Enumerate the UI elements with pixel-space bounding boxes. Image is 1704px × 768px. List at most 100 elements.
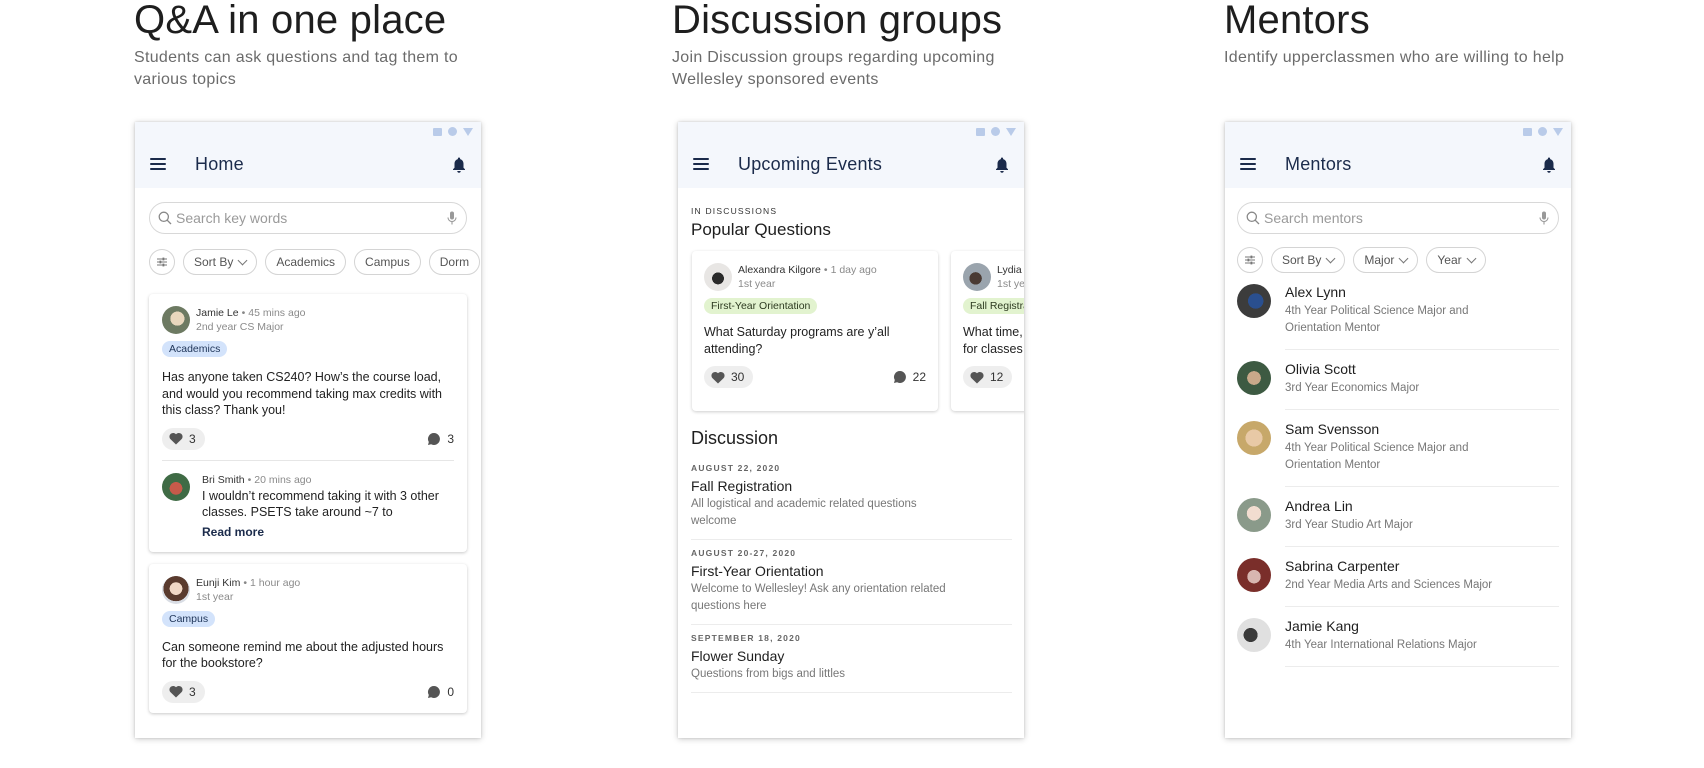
filter-settings-button[interactable] (149, 249, 175, 275)
year-filter-chip[interactable]: Year (1426, 247, 1486, 273)
post-time: 1 hour ago (250, 576, 301, 589)
mentor-description: 4th Year International Relations Major (1285, 639, 1477, 651)
like-button[interactable]: 3 (162, 427, 205, 450)
feature-column-discussion: Discussion groups Join Discussion groups… (672, 0, 1022, 91)
discussion-date: AUGUST 20-27, 2020 (691, 548, 797, 558)
major-filter-chip[interactable]: Major (1353, 247, 1419, 273)
discussion-list: AUGUST 22, 2020 Fall Registration All lo… (691, 455, 1012, 693)
post-body: Can someone remind me about the adjusted… (162, 639, 444, 671)
mentor-name: Olivia Scott (1285, 361, 1356, 377)
mentor-item[interactable]: Sam Svensson 4th Year Political Science M… (1237, 420, 1559, 497)
comments-button[interactable]: 22 (893, 370, 926, 384)
search-input[interactable] (1264, 210, 1524, 226)
author-subtitle: 1st year (997, 278, 1024, 290)
discussion-name: Fall Registration (691, 478, 793, 494)
search-icon (158, 211, 172, 225)
hamburger-menu-icon[interactable] (150, 158, 166, 170)
question-card[interactable]: Lydia 1st year Fall Registration What ti… (951, 251, 1024, 411)
author-name: Eunji Kim (196, 576, 241, 589)
hamburger-menu-icon[interactable] (1240, 158, 1256, 170)
phone-mentors-screen: Mentors Sort By Major Year Alex Lynn 4th … (1225, 122, 1571, 738)
avatar (1237, 361, 1271, 395)
post-card[interactable]: Eunji Kim • 1 hour ago 1st year Campus Can… (149, 563, 467, 713)
mentor-description: 4th Year Political Science Major and Ori… (1285, 442, 1469, 471)
popular-questions-carousel[interactable]: Alexandra Kilgore • 1 day ago 1st year Fir… (692, 251, 1024, 411)
discussion-item[interactable]: AUGUST 22, 2020 Fall Registration All lo… (691, 455, 1012, 540)
avatar (1237, 421, 1271, 455)
read-more-link[interactable]: Read more (202, 525, 264, 539)
chip-dorm[interactable]: Dorm (428, 249, 481, 275)
microphone-icon[interactable] (1539, 211, 1549, 226)
mentor-item[interactable]: Jamie Kang 4th Year International Relatio… (1237, 617, 1559, 677)
heart-icon (970, 371, 984, 383)
search-input[interactable] (176, 210, 436, 226)
status-bar-icons (433, 127, 473, 136)
post-body: Has anyone taken CS240? How’s the course… (162, 370, 442, 417)
mentor-description: 3rd Year Studio Art Major (1285, 519, 1413, 531)
post-time: 1 day ago (830, 264, 877, 276)
hamburger-menu-icon[interactable] (693, 158, 709, 170)
heart-icon (169, 432, 183, 445)
like-count: 3 (189, 431, 196, 446)
filter-settings-button[interactable] (1237, 247, 1263, 273)
mentor-item[interactable]: Alex Lynn 4th Year Political Science Majo… (1237, 283, 1559, 360)
heart-icon (711, 371, 725, 383)
feature-column-qa: Q&A in one place Students can ask questi… (134, 0, 484, 91)
sort-by-chip[interactable]: Sort By (1271, 247, 1346, 273)
like-count: 12 (990, 370, 1004, 384)
comment-count: 0 (447, 684, 454, 699)
comments-button[interactable]: 3 (427, 432, 454, 446)
section-eyebrow: IN DISCUSSIONS (691, 206, 778, 216)
notification-bell-icon[interactable] (451, 156, 467, 174)
question-card[interactable]: Alexandra Kilgore • 1 day ago 1st year Fir… (692, 251, 938, 411)
comments-button[interactable]: 0 (427, 685, 454, 699)
author-name: Alexandra Kilgore (738, 264, 821, 276)
status-bar-icons (976, 127, 1016, 136)
author-subtitle: 2nd year CS Major (196, 321, 284, 333)
like-count: 3 (189, 684, 196, 699)
discussion-description: All logistical and academic related ques… (691, 498, 917, 527)
app-bar-title: Upcoming Events (738, 154, 883, 174)
search-bar[interactable] (1237, 202, 1559, 234)
discussion-item[interactable]: SEPTEMBER 18, 2020 Flower Sunday Questio… (691, 625, 1012, 693)
notification-bell-icon[interactable] (1541, 156, 1557, 174)
avatar (704, 263, 732, 291)
like-button[interactable]: 3 (162, 680, 205, 703)
discussion-description: Questions from bigs and littles (691, 668, 846, 680)
avatar (1237, 558, 1271, 592)
sliders-icon (157, 257, 167, 267)
chevron-down-icon (1325, 253, 1336, 263)
topic-tag[interactable]: Fall Registration (963, 298, 1024, 314)
comment-count: 22 (912, 370, 926, 384)
topic-tag[interactable]: Academics (162, 341, 228, 357)
topic-tag[interactable]: First-Year Orientation (704, 298, 818, 314)
post-card[interactable]: Jamie Le • 45 mins ago 2nd year CS Major A… (149, 294, 467, 552)
reply-preview[interactable]: Bri Smith • 20 mins ago I wouldn’t recomme… (149, 461, 467, 552)
phone-events-screen: Upcoming Events IN DISCUSSIONS Popular Q… (678, 122, 1024, 738)
chip-academics[interactable]: Academics (265, 249, 347, 275)
author-subtitle: 1st year (738, 278, 776, 290)
post-time: 45 mins ago (248, 307, 306, 319)
microphone-icon[interactable] (447, 211, 457, 226)
mentor-name: Sam Svensson (1285, 421, 1380, 437)
feature-title: Discussion groups (672, 0, 1003, 42)
mentor-name: Jamie Kang (1285, 618, 1359, 634)
app-bar: Home (135, 122, 481, 188)
chip-campus[interactable]: Campus (354, 249, 421, 275)
avatar (162, 472, 190, 501)
mentor-item[interactable]: Sabrina Carpenter 2nd Year Media Arts and… (1237, 557, 1559, 617)
reply-body: I wouldn’t recommend taking it with 3 ot… (202, 488, 439, 519)
search-bar[interactable] (149, 202, 467, 234)
topic-tag[interactable]: Campus (162, 610, 216, 627)
mentor-item[interactable]: Olivia Scott 3rd Year Economics Major (1237, 360, 1559, 420)
comment-bubble-icon (428, 685, 441, 698)
notification-bell-icon[interactable] (994, 156, 1010, 174)
like-button[interactable]: 30 (704, 366, 754, 388)
discussion-item[interactable]: AUGUST 20-27, 2020 First-Year Orientatio… (691, 540, 1012, 625)
like-button[interactable]: 12 (963, 366, 1013, 388)
discussion-description: Welcome to Wellesley! Ask any orientatio… (691, 583, 946, 612)
discussion-date: AUGUST 22, 2020 (691, 463, 781, 473)
sliders-icon (1245, 255, 1255, 265)
mentor-item[interactable]: Andrea Lin 3rd Year Studio Art Major (1237, 497, 1559, 557)
sort-by-chip[interactable]: Sort By (183, 249, 258, 275)
